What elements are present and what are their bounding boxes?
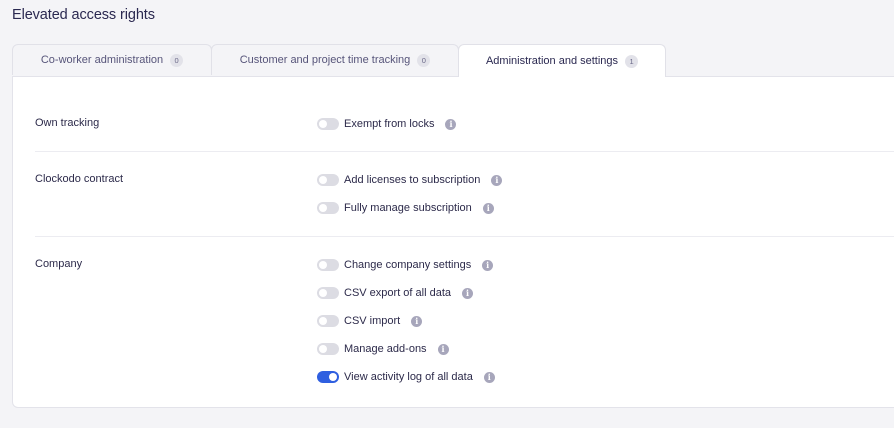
permission-toggle-row: CSV export of all data i bbox=[317, 286, 474, 300]
section-label: Clockodo contract bbox=[35, 173, 124, 185]
permission-toggle-row: View activity log of all data i bbox=[317, 370, 495, 384]
toggle-switch[interactable] bbox=[317, 174, 339, 186]
toggle-label: CSV export of all data bbox=[344, 287, 452, 299]
tab-label: Customer and project time tracking bbox=[239, 54, 411, 66]
toggle-label: Exempt from locks bbox=[344, 118, 435, 130]
toggle-switch[interactable] bbox=[317, 343, 339, 355]
toggle-switch[interactable] bbox=[317, 118, 339, 130]
info-icon[interactable]: i bbox=[491, 174, 503, 186]
toggle-label: View activity log of all data bbox=[344, 371, 473, 383]
toggle-knob bbox=[319, 120, 327, 128]
toggle-label: Add licenses to subscription bbox=[344, 174, 481, 186]
settings-panel: Own tracking Exempt from locks i Clockodo c… bbox=[12, 76, 894, 408]
info-icon[interactable]: i bbox=[437, 343, 449, 355]
info-icon[interactable]: i bbox=[445, 118, 457, 130]
toggle-switch[interactable] bbox=[317, 371, 339, 383]
toggle-label: Fully manage subscription bbox=[344, 202, 472, 214]
info-icon[interactable]: i bbox=[411, 315, 423, 327]
page-title: Elevated access rights bbox=[12, 7, 155, 23]
toggle-switch[interactable] bbox=[317, 259, 339, 271]
tab-count-badge: 0 bbox=[170, 53, 184, 67]
info-icon[interactable]: i bbox=[482, 259, 494, 271]
section-label: Own tracking bbox=[35, 117, 100, 129]
tab-customer-project-time-tracking[interactable]: Customer and project time tracking 0 bbox=[211, 44, 459, 75]
section-label: Company bbox=[35, 258, 83, 270]
section-divider bbox=[35, 236, 894, 237]
toggle-knob bbox=[319, 261, 327, 269]
tab-count-badge: 1 bbox=[625, 54, 639, 68]
toggle-knob bbox=[319, 289, 327, 297]
permission-toggle-row: Fully manage subscription i bbox=[317, 201, 494, 215]
permission-toggle-row: Exempt from locks i bbox=[317, 117, 457, 131]
permission-toggle-row: CSV import i bbox=[317, 314, 423, 328]
toggle-switch[interactable] bbox=[317, 287, 339, 299]
toggle-switch[interactable] bbox=[317, 315, 339, 327]
toggle-knob bbox=[319, 204, 327, 212]
toggle-label: Manage add-ons bbox=[344, 343, 427, 355]
tab-label: Co-worker administration bbox=[40, 54, 164, 66]
toggle-knob bbox=[319, 317, 327, 325]
tab-count-badge: 0 bbox=[417, 53, 431, 67]
info-icon[interactable]: i bbox=[483, 371, 495, 383]
tab-administration-and-settings[interactable]: Administration and settings 1 bbox=[458, 44, 666, 77]
toggle-label: CSV import bbox=[344, 315, 401, 327]
info-icon[interactable]: i bbox=[462, 287, 474, 299]
tab-label: Administration and settings bbox=[485, 55, 619, 67]
permission-toggle-row: Manage add-ons i bbox=[317, 342, 449, 356]
permission-toggle-row: Add licenses to subscription i bbox=[317, 173, 503, 187]
toggle-label: Change company settings bbox=[344, 259, 472, 271]
permission-toggle-row: Change company settings i bbox=[317, 258, 494, 272]
toggle-knob bbox=[319, 176, 327, 184]
info-icon[interactable]: i bbox=[482, 202, 494, 214]
toggle-switch[interactable] bbox=[317, 202, 339, 214]
tab-co-worker-administration[interactable]: Co-worker administration 0 bbox=[12, 44, 212, 75]
toggle-knob bbox=[329, 373, 337, 381]
section-divider bbox=[35, 151, 894, 152]
toggle-knob bbox=[319, 345, 327, 353]
